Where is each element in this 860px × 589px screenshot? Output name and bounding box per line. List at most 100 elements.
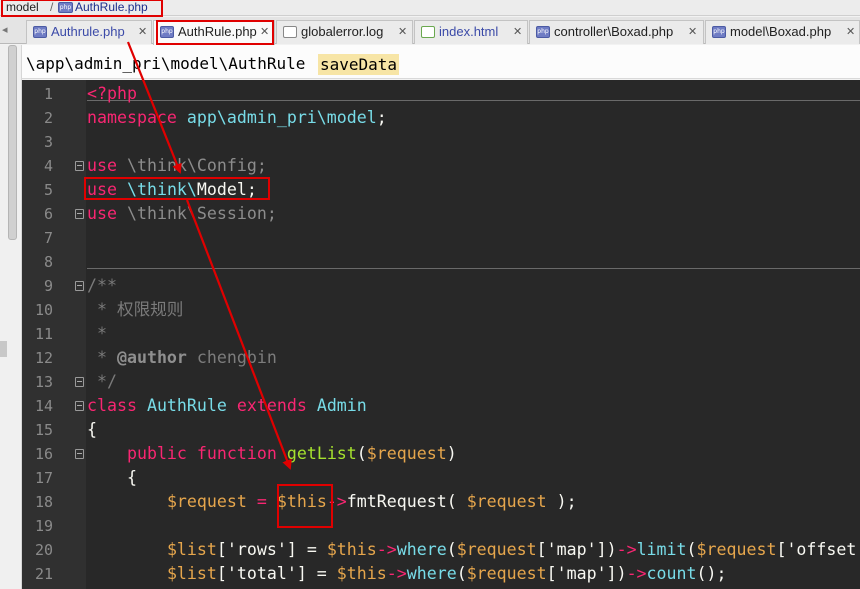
line-number: 15: [34, 421, 53, 439]
operator: ->: [626, 564, 647, 583]
line-number: 21: [34, 565, 53, 583]
tab-model-boxad[interactable]: php model\Boxad.php ✕: [705, 20, 860, 44]
fold-icon[interactable]: [75, 401, 84, 411]
punctuation: (: [356, 444, 367, 463]
this-variable: $this: [326, 540, 377, 559]
operator: ->: [376, 540, 397, 559]
close-icon[interactable]: ✕: [846, 21, 855, 43]
line-number: 10: [34, 301, 53, 319]
fold-icon[interactable]: [75, 161, 84, 171]
project-scrollbar[interactable]: [0, 45, 22, 589]
operator: ->: [616, 540, 637, 559]
code-editor[interactable]: 1 <?php 2 namespace app\admin_pri\model;…: [22, 80, 860, 589]
punctuation: ;: [376, 108, 387, 127]
scrollbar-thumb[interactable]: [8, 45, 17, 240]
code-line: 3: [22, 130, 860, 154]
doc-tag: @author: [116, 348, 187, 367]
class-name: AuthRule: [146, 396, 227, 415]
code-line: 19: [22, 514, 860, 538]
variable: $request: [166, 492, 247, 511]
punctuation: (: [456, 564, 467, 583]
close-icon[interactable]: ✕: [688, 21, 697, 43]
navigation-method[interactable]: saveData: [318, 54, 400, 75]
highlight-box-active-tab: [156, 20, 274, 45]
code-line: 8: [22, 250, 860, 274]
line-number: 12: [34, 349, 53, 367]
close-icon[interactable]: ✕: [138, 21, 147, 43]
code-line: 12 * @author chengbin: [22, 346, 860, 370]
tab-controller-boxad[interactable]: php controller\Boxad.php ✕: [529, 20, 704, 44]
variable: $request: [696, 540, 777, 559]
punctuation: ();: [696, 564, 727, 583]
code-line: 20 $list['rows'] = $this->where($request…: [22, 538, 860, 562]
variable: $request: [466, 564, 547, 583]
code-line: 10 * 权限规则: [22, 298, 860, 322]
code-line: 14 class AuthRule extends Admin: [22, 394, 860, 418]
import-path: \think\Session;: [126, 204, 277, 223]
punctuation: );: [546, 492, 577, 511]
line-number: 5: [43, 181, 53, 199]
operator: =: [296, 540, 327, 559]
code-line: 7: [22, 226, 860, 250]
brace: {: [87, 420, 97, 439]
php-open-tag: <?php: [87, 84, 137, 103]
punctuation: ): [606, 540, 617, 559]
tab-label: model\Boxad.php: [730, 24, 832, 39]
line-number: 1: [43, 85, 53, 103]
function-name: getList: [286, 444, 357, 463]
line-number: 17: [34, 469, 53, 487]
variable: $list: [166, 540, 217, 559]
highlight-box-this: [277, 484, 333, 528]
close-icon[interactable]: ✕: [513, 21, 522, 43]
html-file-icon: [421, 26, 435, 38]
operator: ->: [386, 564, 407, 583]
navigation-bar: \app\admin_pri\model\AuthRule saveData: [22, 45, 860, 79]
code-line: 18 $request = $this->fmtRequest( $reques…: [22, 490, 860, 514]
keyword: namespace: [87, 108, 177, 127]
line-number: 18: [34, 493, 53, 511]
keyword: extends: [236, 396, 307, 415]
line-number: 6: [43, 205, 53, 223]
code-line: 15 {: [22, 418, 860, 442]
tab-globalerror-log[interactable]: globalerror.log ✕: [276, 20, 413, 44]
tab-authrule-lower[interactable]: php Authrule.php ✕: [26, 20, 152, 44]
tab-label: globalerror.log: [301, 24, 384, 39]
tab-index-html[interactable]: index.html ✕: [414, 20, 528, 44]
fold-icon[interactable]: [75, 377, 84, 387]
line-number: 16: [34, 445, 53, 463]
line-number: 3: [43, 133, 53, 151]
navigation-path[interactable]: \app\admin_pri\model\AuthRule: [26, 54, 305, 74]
array-key: ['total']: [216, 564, 307, 583]
breadcrumb: model / php AuthRule.php: [0, 0, 860, 17]
tab-label: controller\Boxad.php: [554, 24, 674, 39]
tab-scroll-left-icon[interactable]: ◂: [2, 23, 8, 36]
fold-icon[interactable]: [75, 281, 84, 291]
array-key: ['rows']: [216, 540, 297, 559]
method-call: fmtRequest: [346, 492, 447, 511]
operator: =: [246, 492, 277, 511]
doc-comment: * 权限规则: [87, 300, 184, 319]
code-line: 21 $list['total'] = $this->where($reques…: [22, 562, 860, 586]
variable: $list: [166, 564, 217, 583]
line-number: 11: [34, 325, 53, 343]
doc-comment: *: [87, 348, 117, 367]
code-line: 1 <?php: [22, 82, 860, 106]
close-icon[interactable]: ✕: [398, 21, 407, 43]
code-line: 17 {: [22, 466, 860, 490]
method-call: where: [396, 540, 447, 559]
parent-class-name: Admin: [316, 396, 367, 415]
doc-comment: /**: [87, 276, 117, 295]
line-number: 14: [34, 397, 53, 415]
import-path: \think\Config;: [126, 156, 267, 175]
php-file-icon: php: [536, 26, 550, 38]
fold-icon[interactable]: [75, 449, 84, 459]
parameter: $request: [366, 444, 447, 463]
tab-label: index.html: [439, 24, 499, 39]
namespace-name: app\admin_pri\model: [186, 108, 377, 127]
fold-icon[interactable]: [75, 209, 84, 219]
editor-tab-bar: ◂ php Authrule.php ✕ php AuthRule.php ✕ …: [0, 17, 860, 45]
keyword: use: [87, 156, 117, 175]
line-number: 19: [34, 517, 53, 535]
log-file-icon: [283, 26, 297, 38]
code-line: 2 namespace app\admin_pri\model;: [22, 106, 860, 130]
